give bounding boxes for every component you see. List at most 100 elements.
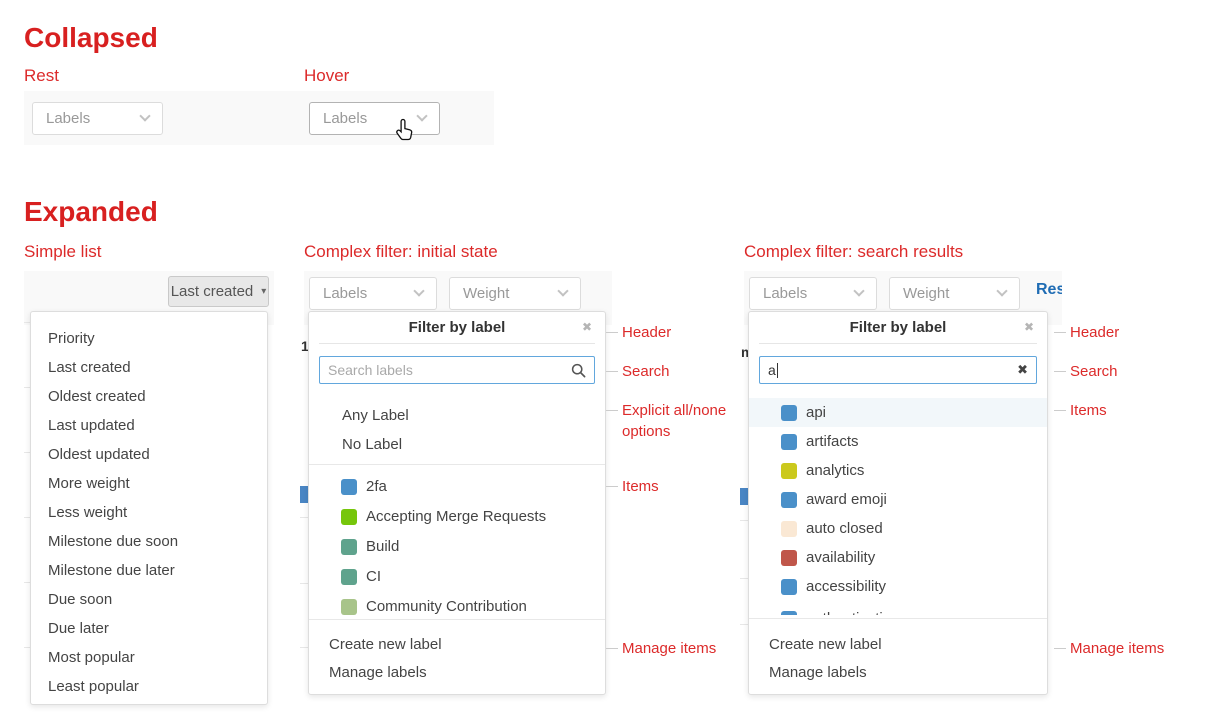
label-color-chip <box>341 509 357 525</box>
label-option-name: Build <box>366 538 399 555</box>
label-option-name: authentication <box>806 610 899 615</box>
labels-filter-dropdown-label: Labels <box>763 285 807 302</box>
simple-list-dropdown-panel: Priority Last created Oldest created Las… <box>30 311 268 705</box>
background-text-fragment: 1 <box>301 338 308 355</box>
option-any-label[interactable]: Any Label <box>309 401 605 430</box>
label-option-name: Accepting Merge Requests <box>366 508 546 525</box>
label-search-input[interactable]: a ✖ <box>759 356 1037 384</box>
close-icon[interactable]: ✖ <box>1024 320 1034 334</box>
annotation-search: Search <box>622 361 670 382</box>
state-label-hover: Hover <box>304 66 349 86</box>
sort-option[interactable]: Oldest created <box>31 382 267 411</box>
label-option[interactable]: Accepting Merge Requests <box>309 502 605 531</box>
label-color-chip <box>341 539 357 555</box>
label-search-value: a <box>768 362 1017 378</box>
divider <box>309 619 605 620</box>
sort-option[interactable]: Due soon <box>31 585 267 614</box>
label-color-chip <box>781 550 797 566</box>
panel-title: Filter by label <box>309 312 605 343</box>
reset-link-clipped[interactable]: Res <box>1036 281 1062 299</box>
sort-option[interactable]: Milestone due later <box>31 556 267 585</box>
annotation-all-none: Explicit all/none options <box>622 400 746 442</box>
weight-filter-dropdown[interactable]: Weight <box>889 277 1020 310</box>
caret-down-icon: ▾ <box>261 286 266 297</box>
label-option-highlighted[interactable]: api <box>749 398 1047 427</box>
label-option[interactable]: artifacts <box>749 427 1047 456</box>
label-color-chip <box>781 492 797 508</box>
background-label-pill-fragment <box>740 488 748 505</box>
label-option[interactable]: 2fa <box>309 472 605 501</box>
background-separator-fragment <box>300 517 308 518</box>
chevron-down-icon <box>557 285 568 296</box>
annotation-items: Items <box>1070 400 1107 421</box>
clear-search-icon[interactable]: ✖ <box>1017 362 1028 378</box>
label-option[interactable]: auto closed <box>749 514 1047 543</box>
sort-option[interactable]: Last updated <box>31 411 267 440</box>
label-color-chip <box>781 463 797 479</box>
section-title-expanded: Expanded <box>24 196 158 228</box>
labels-filter-dropdown[interactable]: Labels <box>309 277 437 310</box>
label-option-name: CI <box>366 568 381 585</box>
search-icon <box>571 363 586 378</box>
label-option[interactable]: CI <box>309 562 605 591</box>
sort-option[interactable]: Least popular <box>31 672 267 701</box>
chevron-down-icon <box>416 110 427 121</box>
label-color-chip <box>341 599 357 615</box>
background-separator-fragment <box>300 647 308 648</box>
labels-dropdown-rest[interactable]: Labels <box>32 102 163 135</box>
manage-labels-link[interactable]: Manage labels <box>749 658 1047 686</box>
sort-dropdown-toggle[interactable]: Last created ▾ <box>168 276 269 307</box>
label-option-name: artifacts <box>806 433 859 450</box>
hand-pointer-cursor-icon <box>394 118 416 142</box>
sort-option[interactable]: Milestone due soon <box>31 527 267 556</box>
label-option-clipped[interactable]: authentication <box>749 601 1047 615</box>
label-search-placeholder: Search labels <box>328 362 571 378</box>
sort-option[interactable]: Oldest updated <box>31 440 267 469</box>
label-color-chip <box>781 579 797 595</box>
label-color-chip <box>781 521 797 537</box>
example-title-simple-list: Simple list <box>24 242 101 262</box>
label-color-chip <box>341 479 357 495</box>
manage-labels-link[interactable]: Manage labels <box>309 658 605 686</box>
label-option[interactable]: availability <box>749 543 1047 572</box>
label-search-input[interactable]: Search labels <box>319 356 595 384</box>
create-new-label-link[interactable]: Create new label <box>309 630 605 658</box>
label-color-chip <box>781 434 797 450</box>
background-separator-fragment <box>300 583 308 584</box>
label-option-name: Community Contribution <box>366 598 527 615</box>
label-option-name: analytics <box>806 462 864 479</box>
chevron-down-icon <box>996 285 1007 296</box>
label-option-name: auto closed <box>806 520 883 537</box>
sort-option[interactable]: Last created <box>31 353 267 382</box>
text-cursor <box>777 363 778 378</box>
sort-option[interactable]: Due later <box>31 614 267 643</box>
annotation-manage-items: Manage items <box>622 638 716 659</box>
label-option-name: award emoji <box>806 491 887 508</box>
close-icon[interactable]: ✖ <box>582 320 592 334</box>
sort-option[interactable]: Most popular <box>31 643 267 672</box>
divider <box>759 343 1037 344</box>
label-option[interactable]: award emoji <box>749 485 1047 514</box>
sort-option[interactable]: Priority <box>31 324 267 353</box>
annotation-items: Items <box>622 476 659 497</box>
option-no-label[interactable]: No Label <box>309 430 605 459</box>
weight-filter-dropdown[interactable]: Weight <box>449 277 581 310</box>
label-option[interactable]: Build <box>309 532 605 561</box>
chevron-down-icon <box>139 110 150 121</box>
labels-filter-dropdown[interactable]: Labels <box>749 277 877 310</box>
label-option[interactable]: analytics <box>749 456 1047 485</box>
label-option[interactable]: accessibility <box>749 572 1047 601</box>
state-label-rest: Rest <box>24 66 59 86</box>
labels-dropdown-rest-label: Labels <box>46 110 90 127</box>
annotation-search: Search <box>1070 361 1118 382</box>
weight-filter-dropdown-label: Weight <box>463 285 509 302</box>
labels-dropdown-hover[interactable]: Labels <box>309 102 440 135</box>
example-title-complex-initial: Complex filter: initial state <box>304 242 498 262</box>
label-option[interactable]: Community Contribution <box>309 592 605 621</box>
example-title-complex-search: Complex filter: search results <box>744 242 963 262</box>
background-text-fragment: m <box>741 344 748 361</box>
sort-option[interactable]: Less weight <box>31 498 267 527</box>
sort-option[interactable]: More weight <box>31 469 267 498</box>
panel-title: Filter by label <box>749 312 1047 343</box>
create-new-label-link[interactable]: Create new label <box>749 630 1047 658</box>
